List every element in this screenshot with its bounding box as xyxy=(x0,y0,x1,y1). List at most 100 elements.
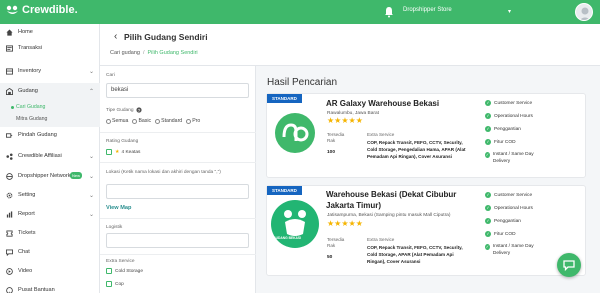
check-icon: ✓ xyxy=(485,113,491,119)
extra-checkbox[interactable] xyxy=(106,268,112,274)
back-arrow-icon[interactable]: ‹ xyxy=(114,31,117,42)
radio-standard[interactable]: Standard xyxy=(155,118,182,124)
extra-checkbox[interactable] xyxy=(106,281,112,287)
rak-value: 100 xyxy=(327,150,336,155)
radio-circle[interactable] xyxy=(186,118,192,124)
radio-circle[interactable] xyxy=(106,118,111,124)
sidebar-item-tickets[interactable]: Tickets xyxy=(0,225,100,241)
view-map-link[interactable]: View Map xyxy=(106,205,131,211)
check-icon: ✓ xyxy=(485,218,491,224)
rating-checkbox[interactable] xyxy=(106,149,112,155)
avatar[interactable] xyxy=(575,3,593,21)
breadcrumb-separator: / xyxy=(142,50,145,56)
move-icon xyxy=(6,132,13,138)
location-input[interactable] xyxy=(106,184,249,199)
extra-option-label: Cold Storage xyxy=(115,268,143,274)
crewdible-logo-icon xyxy=(6,5,18,14)
sidebar-subitem-mitra-gudang[interactable]: Mitra Gudang xyxy=(0,115,100,124)
extra-option-cold-storage[interactable]: Cold Storage xyxy=(106,268,143,274)
sidebar-subitem-cari-gudang[interactable]: Cari Gudang xyxy=(0,103,100,112)
bell-icon[interactable] xyxy=(384,6,394,18)
feature-item: ✓ Penggantian xyxy=(485,218,521,224)
gudang-bekasi-logo-icon xyxy=(271,200,319,248)
sidebar-item-transaksi[interactable]: Transaksi xyxy=(0,40,100,56)
active-dot-icon xyxy=(11,106,14,109)
feature-label: Operational Hours xyxy=(494,113,533,119)
sidebar-item-label: Video xyxy=(18,268,33,274)
warehouse-card[interactable]: STANDARD GUDANG BEKASI Warehouse Bekasi … xyxy=(266,185,586,276)
transaction-icon xyxy=(6,44,13,52)
feature-item: ✓ Instant / Same Day Delivery xyxy=(485,152,541,165)
feature-item: ✓ Penggantian xyxy=(485,126,521,132)
chat-fab-button[interactable] xyxy=(557,253,581,277)
radio-label: Pro xyxy=(192,118,201,124)
warehouse-name[interactable]: Warehouse Bekasi (Dekat Cibubur Jakarta … xyxy=(326,189,476,211)
extra-service-label: Extra Service xyxy=(367,132,395,137)
standard-badge: STANDARD xyxy=(267,186,302,195)
help-icon[interactable]: ? xyxy=(135,107,142,113)
feature-item: ✓ Customer Service xyxy=(485,100,532,106)
feature-item: ✓ Fitur COD xyxy=(485,139,516,145)
type-radio-group: Semua Basic Standard Pro xyxy=(106,118,204,124)
feature-label: Penggantian xyxy=(494,126,521,132)
chat-icon xyxy=(6,248,13,256)
sidebar-item-gudang[interactable]: Gudang ⌃ xyxy=(0,83,100,99)
sidebar-item-video[interactable]: Video xyxy=(0,263,100,279)
sidebar-item-chat[interactable]: Chat xyxy=(0,244,100,260)
radio-semua[interactable]: Semua xyxy=(106,118,128,124)
standard-badge: STANDARD xyxy=(267,94,302,103)
radio-basic[interactable]: Basic xyxy=(132,118,151,124)
sidebar-item-report[interactable]: Report ⌄ xyxy=(0,206,100,222)
feature-label: Customer Service xyxy=(494,100,533,106)
inventory-icon xyxy=(6,67,13,75)
sidebar-item-affiliasi[interactable]: Crewdible Affiliasi ⌄ xyxy=(0,148,100,164)
brand-name: Crewdible. xyxy=(22,4,78,16)
chevron-up-icon: ⌃ xyxy=(88,88,94,95)
feature-item: ✓ Instant / Same Day Delivery xyxy=(485,244,541,257)
chevron-down-icon: ⌄ xyxy=(88,68,94,75)
sidebar-item-label: Inventory xyxy=(18,68,42,74)
report-icon xyxy=(6,210,13,218)
sidebar-item-home[interactable]: Home xyxy=(0,24,100,40)
radio-circle[interactable] xyxy=(132,118,138,124)
extra-service-value: COP, Repack Transit, FEFO, CCTV, Securit… xyxy=(367,140,466,159)
brand-logo[interactable]: Crewdible. xyxy=(6,4,78,16)
sidebar-item-pusat-bantuan[interactable]: Pusat Bantuan xyxy=(0,282,100,293)
logistic-label: Logistik xyxy=(106,225,123,230)
radio-circle[interactable] xyxy=(155,118,161,124)
video-icon xyxy=(6,267,13,275)
check-icon: ✓ xyxy=(485,126,491,132)
radio-pro[interactable]: Pro xyxy=(186,118,200,124)
feature-item: ✓ Fitur COD xyxy=(485,231,516,237)
logistic-input[interactable] xyxy=(106,233,249,248)
warehouse-location: Jatisampurna, Bekasi (Samping pintu masu… xyxy=(327,213,451,218)
sidebar-item-pindah-gudang[interactable]: Pindah Gudang xyxy=(0,127,100,143)
store-name[interactable]: Dropshipper Store xyxy=(403,7,452,13)
divider xyxy=(100,254,256,255)
check-icon: ✓ xyxy=(485,100,491,106)
breadcrumb-link-cari-gudang[interactable]: Cari gudang xyxy=(110,50,140,56)
breadcrumb: Cari gudang / Pilih Gudang Sendiri xyxy=(110,50,198,56)
sidebar-item-label: Dropshipper Network xyxy=(18,173,71,179)
search-input[interactable]: bekasi xyxy=(106,83,249,98)
extra-option-cop[interactable]: Cop xyxy=(106,281,124,287)
warehouse-name[interactable]: AR Galaxy Warehouse Bekasi xyxy=(326,98,439,109)
chevron-down-icon[interactable]: ▾ xyxy=(508,8,511,15)
check-icon: ✓ xyxy=(485,205,491,211)
sidebar-subitem-label: Cari Gudang xyxy=(16,104,46,110)
sidebar-item-dropshipper-network[interactable]: Dropshipper Network New ⌄ xyxy=(0,168,100,184)
warehouse-card[interactable]: STANDARD AR Galaxy Warehouse Bekasi Rawa… xyxy=(266,93,586,178)
sidebar-item-inventory[interactable]: Inventory ⌄ xyxy=(0,63,100,79)
ar-galaxy-logo-icon xyxy=(275,113,315,153)
affiliate-icon xyxy=(6,152,13,160)
sidebar-item-label: Report xyxy=(18,211,35,217)
rating-option[interactable]: ★ 4 Keatas xyxy=(106,149,140,155)
extra-service-value: COP, Repack Transit, FEFO, CCTV, Securit… xyxy=(367,245,463,264)
rating-option-label: 4 Keatas xyxy=(121,149,141,155)
sidebar-item-setting[interactable]: Setting ⌄ xyxy=(0,187,100,203)
sidebar-item-label: Chat xyxy=(18,249,30,255)
check-icon: ✓ xyxy=(485,139,491,145)
sidebar-item-label: Crewdible Affiliasi xyxy=(18,153,62,159)
user-avatar-icon xyxy=(579,7,591,20)
star-icon: ★ xyxy=(115,149,120,155)
